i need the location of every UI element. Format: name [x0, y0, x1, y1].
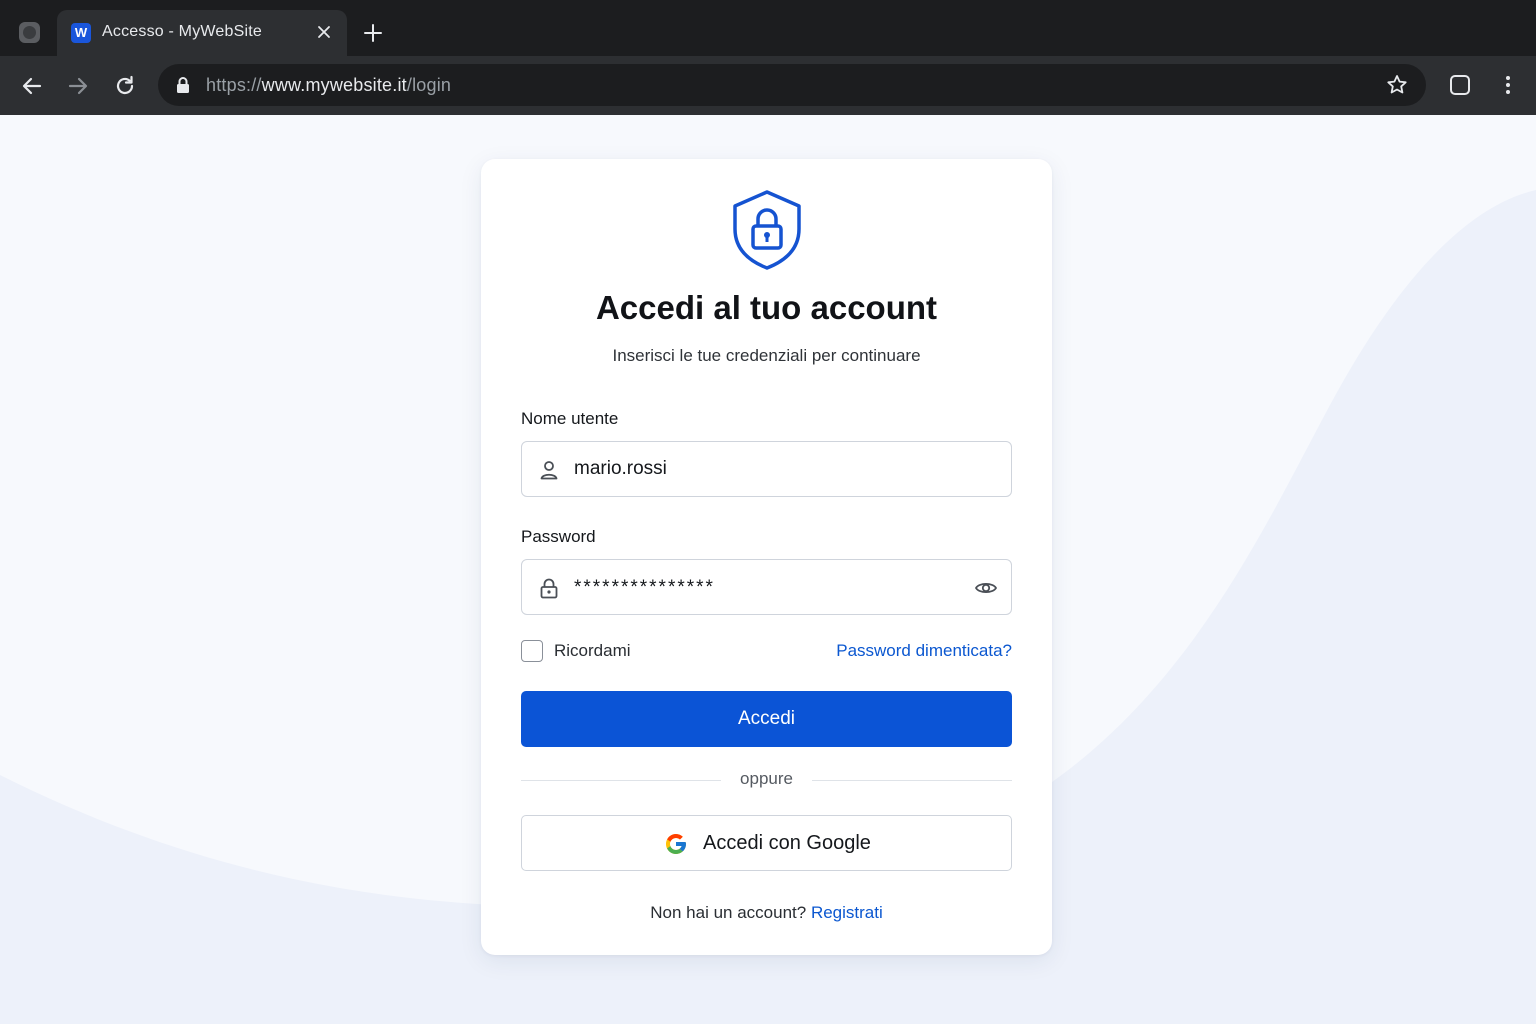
- extensions-icon[interactable]: [1448, 73, 1472, 97]
- address-bar[interactable]: https://www.mywebsite.it/login: [158, 64, 1426, 106]
- username-label: Nome utente: [521, 409, 619, 428]
- eye-icon[interactable]: [974, 577, 998, 599]
- forward-icon[interactable]: [65, 73, 91, 99]
- login-card: Accedi al tuo account Inserisci le tue c…: [481, 159, 1052, 955]
- google-button-label: Accedi con Google: [703, 832, 871, 854]
- google-icon: [666, 834, 686, 854]
- browser-tabbar: W Accesso - MyWebSite: [0, 0, 1536, 56]
- signup-prompt-text: Non hai un account?: [650, 903, 807, 922]
- page-subtitle: Inserisci le tue credenziali per continu…: [612, 346, 921, 365]
- login-button[interactable]: Accedi: [521, 691, 1012, 747]
- lock-icon[interactable]: [175, 76, 191, 94]
- username-field[interactable]: mario.rossi: [521, 441, 1012, 497]
- google-login-button[interactable]: Accedi con Google: [521, 815, 1012, 871]
- remember-checkbox[interactable]: [521, 640, 543, 662]
- username-value: mario.rossi: [574, 458, 667, 479]
- menu-icon[interactable]: [1496, 73, 1520, 97]
- back-icon[interactable]: [19, 73, 45, 99]
- browser-toolbar: https://www.mywebsite.it/login: [0, 56, 1536, 115]
- shield-lock-icon: [733, 190, 801, 270]
- password-field[interactable]: ***************: [521, 559, 1012, 615]
- reload-icon[interactable]: [112, 73, 138, 99]
- page-content: Accedi al tuo account Inserisci le tue c…: [0, 115, 1536, 1024]
- user-icon: [540, 461, 558, 480]
- remember-label[interactable]: Ricordami: [554, 641, 631, 661]
- site-favicon-icon: W: [71, 23, 91, 43]
- plus-icon[interactable]: [362, 22, 384, 44]
- forgot-password-link[interactable]: Password dimenticata?: [836, 641, 1012, 661]
- password-label: Password: [521, 527, 596, 546]
- close-icon[interactable]: [315, 23, 333, 41]
- lock-icon: [540, 578, 558, 599]
- divider-line: [812, 780, 1012, 781]
- page-title: Accedi al tuo account: [595, 289, 938, 326]
- url-text: https://www.mywebsite.it/login: [206, 75, 452, 95]
- star-icon[interactable]: [1385, 73, 1409, 97]
- divider-text: oppure: [740, 769, 793, 788]
- signup-prompt: Non hai un account? Registrati: [481, 903, 1052, 923]
- signup-link[interactable]: Registrati: [811, 903, 883, 922]
- browser-tab[interactable]: W Accesso - MyWebSite: [57, 10, 347, 56]
- profile-icon[interactable]: [19, 22, 40, 43]
- divider: oppure: [521, 769, 1012, 791]
- tab-title: Accesso - MyWebSite: [102, 23, 262, 40]
- password-value: ***************: [574, 577, 715, 598]
